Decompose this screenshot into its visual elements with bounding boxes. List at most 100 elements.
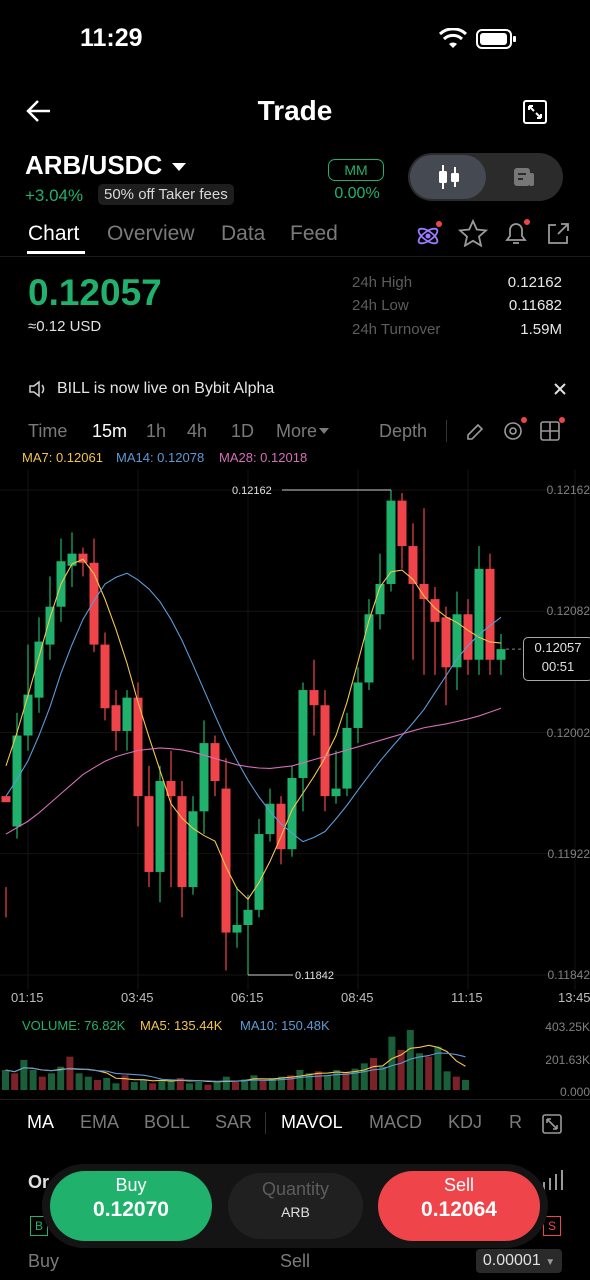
volume-bar [296, 1070, 304, 1090]
candle-body [243, 909, 253, 925]
ind-ma[interactable]: MA [27, 1112, 54, 1133]
tab-feed[interactable]: Feed [290, 222, 338, 246]
volume-bar [462, 1080, 469, 1090]
volume-bar [232, 1082, 239, 1090]
tf-1h[interactable]: 1h [146, 421, 166, 442]
volume-bar [425, 1056, 433, 1090]
tf-4h[interactable]: 4h [187, 421, 207, 442]
volume-bar [48, 1073, 55, 1090]
candlestick-chart[interactable]: BYBIT 0.121620.11842 [0, 470, 590, 990]
y-tick-label: 0.11922 [547, 846, 590, 861]
mm-value: 0.00% [334, 185, 380, 202]
vol-axis-mid: 201.63K [545, 1053, 590, 1067]
expand-indicators-icon[interactable] [541, 1113, 563, 1135]
y-tick-label: 0.12162 [546, 483, 590, 497]
candle-body [353, 682, 363, 728]
close-icon[interactable] [553, 382, 567, 396]
ind-mavol[interactable]: MAVOL [281, 1112, 343, 1133]
candle-body [441, 617, 451, 668]
orderbook-icon[interactable] [512, 166, 536, 188]
atom-icon[interactable] [414, 220, 444, 250]
low-marker-label: 0.11842 [295, 970, 334, 982]
tab-overview[interactable]: Overview [107, 222, 195, 246]
candle-body [485, 568, 495, 660]
quantity-input[interactable]: Quantity ARB [228, 1173, 363, 1239]
volume-bar [149, 1083, 157, 1090]
volume-bar [443, 1071, 451, 1090]
quantity-unit: ARB [281, 1204, 310, 1220]
ma14-line [5, 572, 502, 843]
volume-bar [452, 1076, 460, 1090]
volume-bar [11, 1073, 19, 1090]
stat-label-low: 24h Low [352, 297, 409, 314]
tf-more[interactable]: More [276, 421, 317, 442]
candlestick-icon [439, 165, 459, 189]
speaker-icon [29, 380, 45, 398]
volume-bar [84, 1076, 92, 1090]
vol-axis-bottom: 0.000 [559, 1085, 590, 1099]
candle-body [408, 546, 418, 584]
ind-kdj[interactable]: KDJ [448, 1112, 482, 1133]
candle-body [232, 924, 242, 933]
indicator-settings-icon[interactable] [500, 416, 528, 444]
volume-bar [416, 1053, 423, 1090]
sell-button-price: 0.12064 [421, 1198, 497, 1221]
volume-bar [2, 1070, 9, 1090]
x-tick-label: 06:15 [231, 990, 264, 1005]
stat-label-turnover: 24h Turnover [352, 321, 441, 338]
volume-bar [360, 1063, 368, 1090]
pair-name: ARB/USDC [25, 150, 163, 180]
ind-sar[interactable]: SAR [215, 1112, 252, 1133]
volume-chart [2, 1030, 469, 1090]
candle-body [309, 690, 319, 706]
buy-button[interactable]: Buy 0.12070 [50, 1171, 212, 1241]
tf-1d[interactable]: 1D [231, 421, 254, 442]
tf-15m[interactable]: 15m [92, 421, 127, 442]
orderbook-buy-header: Buy [28, 1251, 60, 1271]
ind-macd[interactable]: MACD [369, 1112, 422, 1133]
y-tick-label: 0.12082 [546, 604, 590, 619]
volume-bar [370, 1058, 377, 1090]
sell-button-label: Sell [443, 1175, 474, 1195]
tf-time[interactable]: Time [28, 421, 67, 442]
tab-data[interactable]: Data [221, 222, 265, 246]
volume-bar [66, 1056, 74, 1090]
x-tick-label: 11:15 [451, 990, 483, 1005]
candle-body [100, 644, 110, 709]
grid-layout-icon[interactable] [538, 416, 566, 444]
star-icon[interactable] [458, 219, 488, 247]
candle-body [496, 649, 506, 660]
candle-body [265, 803, 275, 835]
fullscreen-icon[interactable] [522, 99, 548, 125]
candle-body [463, 614, 473, 660]
depth-tab[interactable]: Depth [379, 421, 427, 442]
volume-bar [158, 1080, 166, 1090]
x-tick-label: 08:45 [341, 990, 374, 1005]
candle-body [155, 781, 165, 872]
ind-boll[interactable]: BOLL [144, 1112, 190, 1133]
buy-button-label: Buy [115, 1175, 147, 1195]
candle-body [199, 743, 209, 812]
ind-ema[interactable]: EMA [80, 1112, 119, 1133]
precision-select[interactable]: 0.00001 ▼ [476, 1249, 562, 1273]
pair-selector[interactable]: ARB/USDC [25, 150, 187, 181]
announcement-text[interactable]: BILL is now live on Bybit Alpha [57, 380, 274, 398]
pencil-icon[interactable] [464, 421, 486, 443]
candle-body [144, 796, 154, 872]
ind-r[interactable]: R [509, 1112, 522, 1133]
volume-bar [112, 1083, 120, 1090]
volume-bar [250, 1075, 258, 1090]
sell-button[interactable]: Sell 0.12064 [378, 1171, 540, 1241]
mm-badge[interactable]: MM [328, 159, 384, 181]
volume-bar [195, 1082, 203, 1090]
candle-body [12, 735, 22, 827]
bell-icon[interactable] [502, 218, 532, 248]
volume-bar [204, 1084, 212, 1090]
share-icon[interactable] [544, 220, 572, 248]
toolbar-divider [446, 420, 447, 442]
precision-value: 0.00001 [482, 1252, 541, 1269]
tab-chart[interactable]: Chart [28, 222, 79, 246]
candle-body [397, 500, 407, 547]
x-tick-label: 13:45 [558, 990, 590, 1005]
fee-badge[interactable]: 50% off Taker fees [98, 184, 234, 205]
